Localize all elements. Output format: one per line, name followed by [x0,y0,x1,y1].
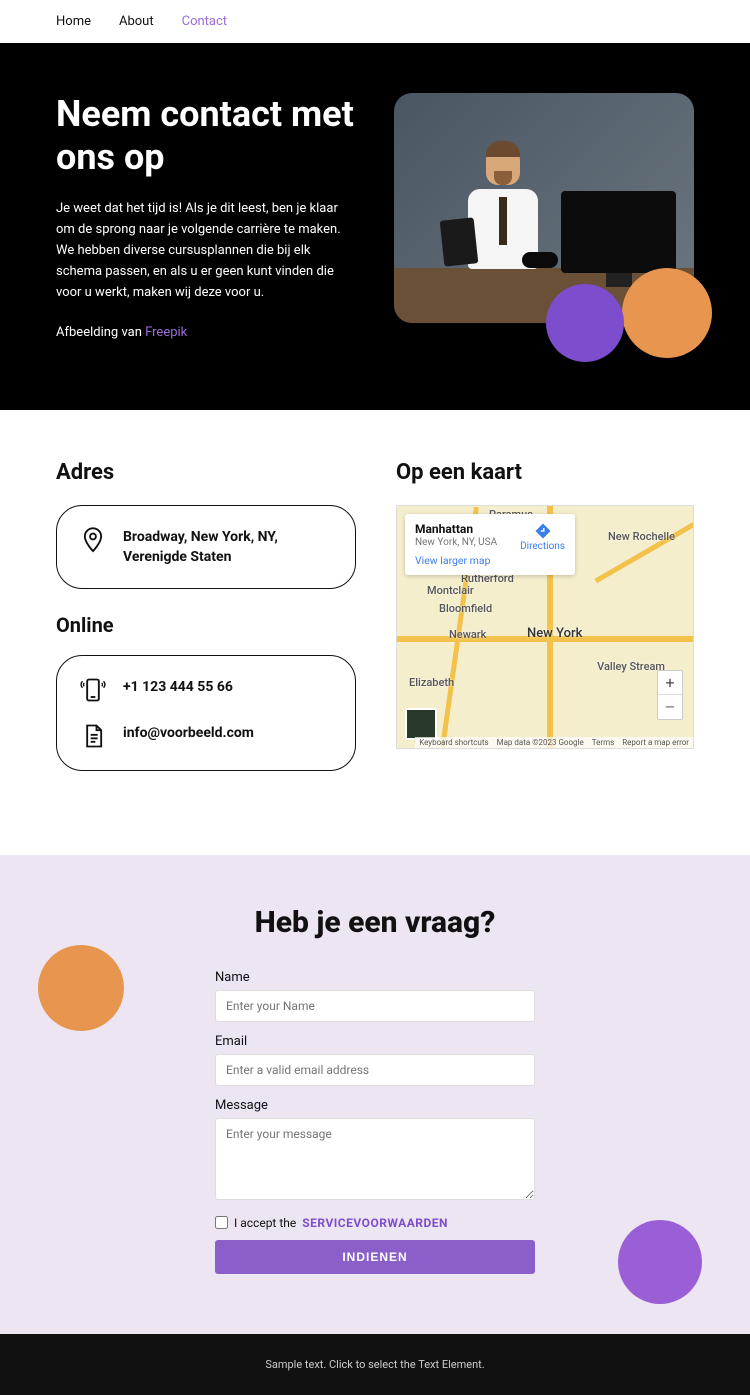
credit-link[interactable]: Freepik [145,325,187,340]
decor-circle-orange [622,268,712,358]
city-label: Newark [449,628,486,641]
hero-section: Neem contact met ons op Je weet dat het … [0,43,750,410]
address-text: Broadway, New York, NY, Verenigde Staten [123,526,333,567]
consent-checkbox[interactable] [215,1216,228,1229]
top-nav: Home About Contact [0,0,750,43]
pin-icon [79,526,107,554]
map-satellite-toggle[interactable] [405,708,437,740]
map-title: Op een kaart [396,460,694,485]
email-label: Email [215,1034,535,1049]
zoom-in-button[interactable]: + [658,671,682,695]
decor-circle-purple [546,284,624,362]
city-label: Montclair [427,584,474,597]
contact-section: Adres Broadway, New York, NY, Verenigde … [0,410,750,854]
hero-copy: Neem contact met ons op Je weet dat het … [56,93,354,340]
city-label: New Rochelle [608,530,675,543]
online-box: +1 123 444 55 66 info@voorbeeld.com [56,655,356,771]
hero-title: Neem contact met ons op [56,93,354,179]
nav-home[interactable]: Home [56,14,91,29]
address-title: Adres [56,460,356,485]
map-info-card: Manhattan New York, NY, USA View larger … [405,514,575,575]
page-footer: Sample text. Click to select the Text El… [0,1334,750,1395]
monitor-graphic [561,191,676,273]
tablet-graphic [440,217,479,266]
hero-image-wrap [394,93,694,340]
name-label: Name [215,970,535,985]
footer-text[interactable]: Sample text. Click to select the Text El… [265,1358,484,1371]
city-label: Bloomfield [439,602,492,615]
message-label: Message [215,1098,535,1113]
decor-circle-orange [38,945,124,1031]
email-input[interactable] [215,1054,535,1086]
map-terms[interactable]: Terms [592,738,614,747]
city-label: Elizabeth [409,676,454,689]
tos-link[interactable]: SERVICEVOORWAARDEN [302,1216,448,1230]
directions-icon [534,522,552,540]
decor-circle-purple [618,1220,702,1304]
message-textarea[interactable] [215,1118,535,1200]
map-card-title: Manhattan [415,522,473,536]
map-column: Op een kaart Paramus Hackensack New Roch… [396,460,694,794]
hero-credit: Afbeelding van Freepik [56,325,354,340]
nav-about[interactable]: About [119,14,154,29]
form-title: Heb je een vraag? [56,905,694,940]
document-icon [79,722,107,750]
consent-text: I accept the [234,1216,296,1230]
nav-contact[interactable]: Contact [182,14,227,29]
map[interactable]: Paramus Hackensack New Rochelle Rutherfo… [396,505,694,749]
address-box: Broadway, New York, NY, Verenigde Staten [56,505,356,588]
contact-left: Adres Broadway, New York, NY, Verenigde … [56,460,356,794]
map-directions-link[interactable]: Directions [520,522,565,552]
email-text: info@voorbeeld.com [123,722,254,744]
form-section: Heb je een vraag? Name Email Message I a… [0,855,750,1334]
map-shortcuts[interactable]: Keyboard shortcuts [419,738,488,747]
map-view-larger-link[interactable]: View larger map [415,554,490,567]
online-title: Online [56,613,356,637]
contact-form: Name Email Message I accept the SERVICEV… [215,970,535,1274]
consent-row: I accept the SERVICEVOORWAARDEN [215,1216,535,1230]
hero-body: Je weet dat het tijd is! Als je dit lees… [56,199,354,303]
map-data: Map data ©2023 Google [497,738,584,747]
submit-button[interactable]: INDIENEN [215,1240,535,1274]
speaker-graphic [522,252,558,268]
name-input[interactable] [215,990,535,1022]
credit-prefix: Afbeelding van [56,325,145,340]
map-zoom-controls: + − [657,670,683,720]
zoom-out-button[interactable]: − [658,695,682,719]
city-label: Valley Stream [597,660,665,673]
phone-text: +1 123 444 55 66 [123,676,233,698]
map-report[interactable]: Report a map error [622,738,689,747]
directions-label: Directions [520,541,565,552]
phone-icon [79,676,107,704]
map-attribution: Keyboard shortcuts Map data ©2023 Google… [415,737,693,748]
city-label-main: New York [527,626,582,641]
